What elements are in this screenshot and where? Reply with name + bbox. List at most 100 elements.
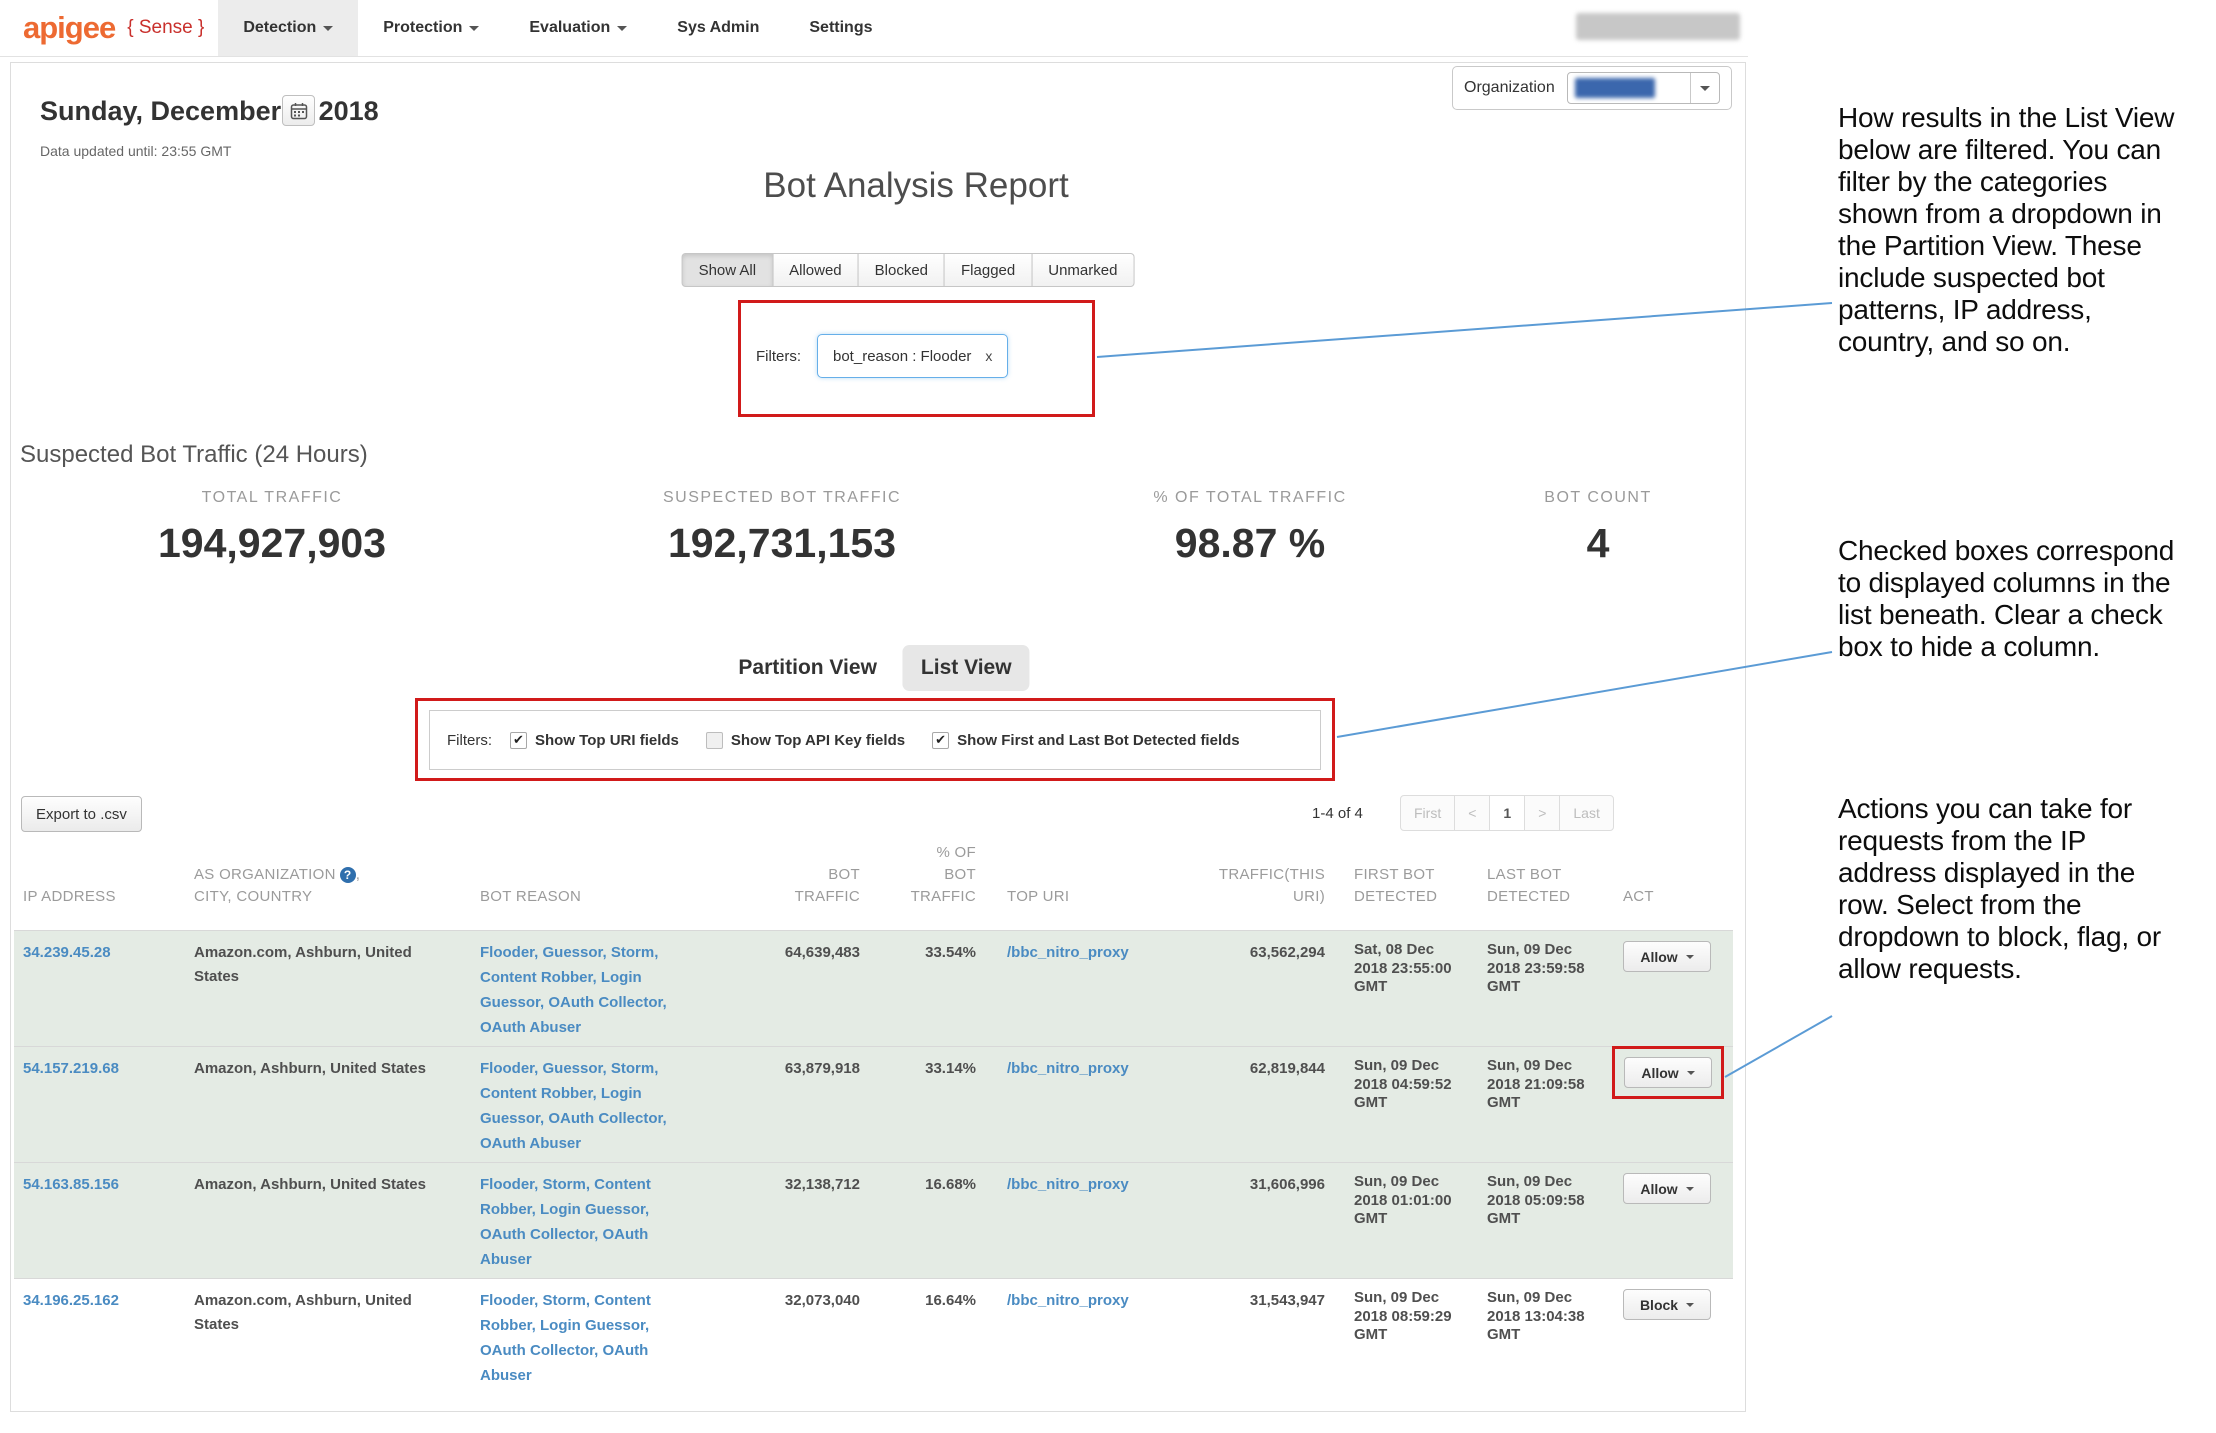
calendar-icon [290,102,308,120]
pagination: First < 1 > Last [1400,795,1614,831]
redacted-account-email [1576,13,1740,40]
action-dropdown[interactable]: Allow [1623,1173,1711,1204]
pct-bot-traffic-cell: 33.14% [862,1047,977,1156]
column-filter-bar: Filters: Show Top URI fields Show Top AP… [429,710,1321,770]
col-as-organization: AS ORGANIZATION?, CITY, COUNTRY [190,864,470,908]
as-organization-cell: Amazon.com, Ashburn, United States [190,1279,470,1388]
page-title: Bot Analysis Report [763,166,1068,206]
ip-address-link[interactable]: 54.157.219.68 [23,1060,119,1077]
bot-reason-links[interactable]: Flooder, Storm, Content Robber, Login Gu… [480,1292,651,1383]
table-header-row: IP ADDRESS AS ORGANIZATION?, CITY, COUNT… [14,842,1733,930]
ip-address-link[interactable]: 34.239.45.28 [23,944,111,961]
col-bot-reason: BOT REASON [470,886,700,908]
apigee-logo: apigee [23,10,115,46]
calendar-button[interactable] [282,95,315,126]
top-uri-link[interactable]: /bbc_nitro_proxy [1007,944,1129,961]
bot-traffic-cell: 32,073,040 [700,1279,862,1388]
top-uri-link[interactable]: /bbc_nitro_proxy [1007,1060,1129,1077]
pagination-page-1[interactable]: 1 [1489,795,1525,831]
tab-unmarked[interactable]: Unmarked [1031,253,1134,287]
bot-traffic-cell: 64,639,483 [700,931,862,1040]
checkbox-show-top-uri[interactable]: Show Top URI fields [510,732,679,749]
annotation-highlight-action: Allow [1612,1046,1724,1099]
pagination-range: 1-4 of 4 [1312,805,1363,822]
top-uri-link[interactable]: /bbc_nitro_proxy [1007,1176,1129,1193]
report-date: Sunday, December 9, 2018 [40,96,379,127]
checkbox-unchecked-icon[interactable] [706,732,723,749]
bot-traffic-cell: 63,879,918 [700,1047,862,1156]
last-bot-detected-cell: Sun, 09 Dec 2018 13:04:38 GMT [1487,1289,1585,1344]
pagination-prev[interactable]: < [1454,795,1490,831]
table-row: 34.239.45.28 Amazon.com, Ashburn, United… [14,930,1733,1046]
sense-logo: { Sense } [127,17,204,39]
bot-list-table: IP ADDRESS AS ORGANIZATION?, CITY, COUNT… [14,842,1733,1394]
nav-item-evaluation[interactable]: Evaluation [504,0,652,56]
col-act: ACT [1610,886,1733,908]
annotation-action-note: Actions you can take for requests from t… [1838,793,2183,985]
partition-view-link[interactable]: Partition View [738,656,876,680]
bot-traffic-cell: 32,138,712 [700,1163,862,1272]
bot-reason-links[interactable]: Flooder, Storm, Content Robber, Login Gu… [480,1176,651,1267]
traffic-this-uri-cell: 31,543,947 [1160,1279,1327,1388]
organization-dropdown[interactable] [1567,72,1720,104]
nav-item-protection[interactable]: Protection [358,0,504,56]
filter-tag-bar: Filters: bot_reason : Flooder x [756,334,1008,378]
checkbox-checked-icon[interactable] [510,732,527,749]
organization-label: Organization [1464,79,1555,97]
chevron-down-icon [1700,86,1710,91]
bot-reason-links[interactable]: Flooder, Guessor, Storm, Content Robber,… [480,1060,667,1151]
stat-pct-total-traffic: % OF TOTAL TRAFFIC 98.87 % [1153,489,1346,567]
traffic-this-uri-cell: 62,819,844 [1160,1047,1327,1156]
pct-bot-traffic-cell: 16.68% [862,1163,977,1272]
traffic-this-uri-cell: 31,606,996 [1160,1163,1327,1272]
as-organization-cell: Amazon, Ashburn, United States [190,1047,470,1156]
col-pct-bot-traffic: % OF BOT TRAFFIC [862,842,977,907]
filters-label: Filters: [756,348,801,365]
action-dropdown[interactable]: Allow [1624,1057,1712,1088]
nav-item-detection[interactable]: Detection [218,0,358,56]
col-last-bot-detected: LAST BOT DETECTED [1475,864,1610,908]
status-filter-tabs: Show All Allowed Blocked Flagged Unmarke… [682,253,1135,287]
checkbox-show-first-last-detected[interactable]: Show First and Last Bot Detected fields [932,732,1240,749]
top-nav: apigee { Sense } Detection Protection Ev… [0,0,1748,57]
pagination-last[interactable]: Last [1559,795,1613,831]
as-organization-cell: Amazon, Ashburn, United States [190,1163,470,1272]
remove-filter-icon[interactable]: x [985,348,992,364]
nav-item-settings[interactable]: Settings [784,0,897,56]
view-toggle: Partition View List View [738,645,1029,691]
help-icon[interactable]: ? [340,867,356,883]
first-bot-detected-cell: Sun, 09 Dec 2018 01:01:00 GMT [1354,1173,1452,1228]
data-updated-label: Data updated until: 23:55 GMT [40,143,231,159]
list-view-link[interactable]: List View [903,645,1030,691]
col-top-uri: TOP URI [977,886,1160,908]
last-bot-detected-cell: Sun, 09 Dec 2018 21:09:58 GMT [1487,1057,1585,1112]
checkbox-checked-icon[interactable] [932,732,949,749]
nav-item-sys-admin[interactable]: Sys Admin [652,0,784,56]
bot-reason-links[interactable]: Flooder, Guessor, Storm, Content Robber,… [480,944,667,1035]
filter-tag-input[interactable]: bot_reason : Flooder x [817,334,1008,378]
pct-bot-traffic-cell: 16.64% [862,1279,977,1388]
tab-show-all[interactable]: Show All [682,253,774,287]
chevron-down-icon [323,26,333,31]
dropdown-caret-zone [1690,73,1719,103]
action-dropdown[interactable]: Block [1623,1289,1711,1320]
first-bot-detected-cell: Sun, 09 Dec 2018 04:59:52 GMT [1354,1057,1452,1112]
tab-blocked[interactable]: Blocked [858,253,945,287]
chevron-down-icon [1686,1187,1694,1191]
ip-address-link[interactable]: 34.196.25.162 [23,1292,119,1309]
pagination-first[interactable]: First [1400,795,1455,831]
table-row: 34.196.25.162 Amazon.com, Ashburn, Unite… [14,1278,1733,1394]
pagination-next[interactable]: > [1524,795,1560,831]
ip-address-link[interactable]: 54.163.85.156 [23,1176,119,1193]
last-bot-detected-cell: Sun, 09 Dec 2018 23:59:58 GMT [1487,941,1585,996]
top-uri-link[interactable]: /bbc_nitro_proxy [1007,1292,1129,1309]
table-row: 54.163.85.156 Amazon, Ashburn, United St… [14,1162,1733,1278]
tab-flagged[interactable]: Flagged [944,253,1032,287]
export-csv-button[interactable]: Export to .csv [21,796,142,832]
checkbox-show-top-api-key[interactable]: Show Top API Key fields [706,732,905,749]
redacted-organization-value [1575,78,1655,98]
annotation-filter-note: How results in the List View below are f… [1838,102,2183,358]
bot-analysis-report-page: apigee { Sense } Detection Protection Ev… [0,0,2216,1433]
tab-allowed[interactable]: Allowed [772,253,859,287]
action-dropdown[interactable]: Allow [1623,941,1711,972]
